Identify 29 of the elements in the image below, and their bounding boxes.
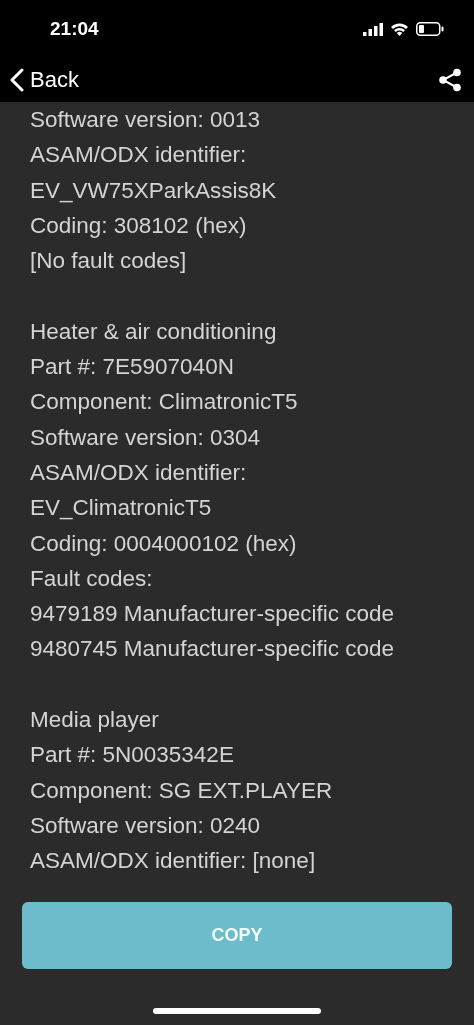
signal-icon	[363, 22, 383, 36]
info-line: Component: ClimatronicT5	[30, 388, 299, 417]
info-line: Fault codes:	[30, 564, 154, 593]
info-line: 9479189 Manufacturer-specific code	[30, 600, 395, 629]
share-button[interactable]	[438, 68, 462, 92]
info-line: Coding: 308102 (hex)	[30, 211, 248, 240]
info-line: 9480745 Manufacturer-specific code	[30, 635, 395, 664]
info-line: EV_VW75XParkAssis8K	[30, 176, 278, 205]
info-line: Part #: 5N0035342E	[30, 741, 235, 770]
info-line: EV_ClimatronicT5	[30, 494, 213, 523]
battery-icon	[416, 22, 444, 36]
info-line: ASAM/ODX identifier:	[30, 458, 248, 487]
info-line: Component: SG EXT.PLAYER	[30, 776, 334, 805]
info-line: Software version: 0304	[30, 423, 262, 452]
chevron-left-icon	[10, 68, 24, 92]
info-line: Media player	[30, 706, 160, 735]
info-line: Software version: 0013	[30, 106, 262, 134]
wifi-icon	[390, 22, 409, 36]
info-line: Software version: 0240	[30, 811, 262, 840]
share-icon	[438, 68, 462, 92]
info-line: Heater & air conditioning	[30, 317, 278, 346]
back-button[interactable]: Back	[10, 67, 79, 93]
info-line: Coding: 0004000102 (hex)	[30, 529, 298, 558]
info-line: Part #: 7E5907040N	[30, 353, 235, 382]
info-line: ASAM/ODX identifier:	[30, 141, 248, 170]
info-line: ASAM/ODX identifier: [none]	[30, 847, 317, 876]
back-label: Back	[30, 67, 79, 93]
info-line: [No fault codes]	[30, 247, 188, 276]
status-time: 21:04	[50, 18, 99, 40]
